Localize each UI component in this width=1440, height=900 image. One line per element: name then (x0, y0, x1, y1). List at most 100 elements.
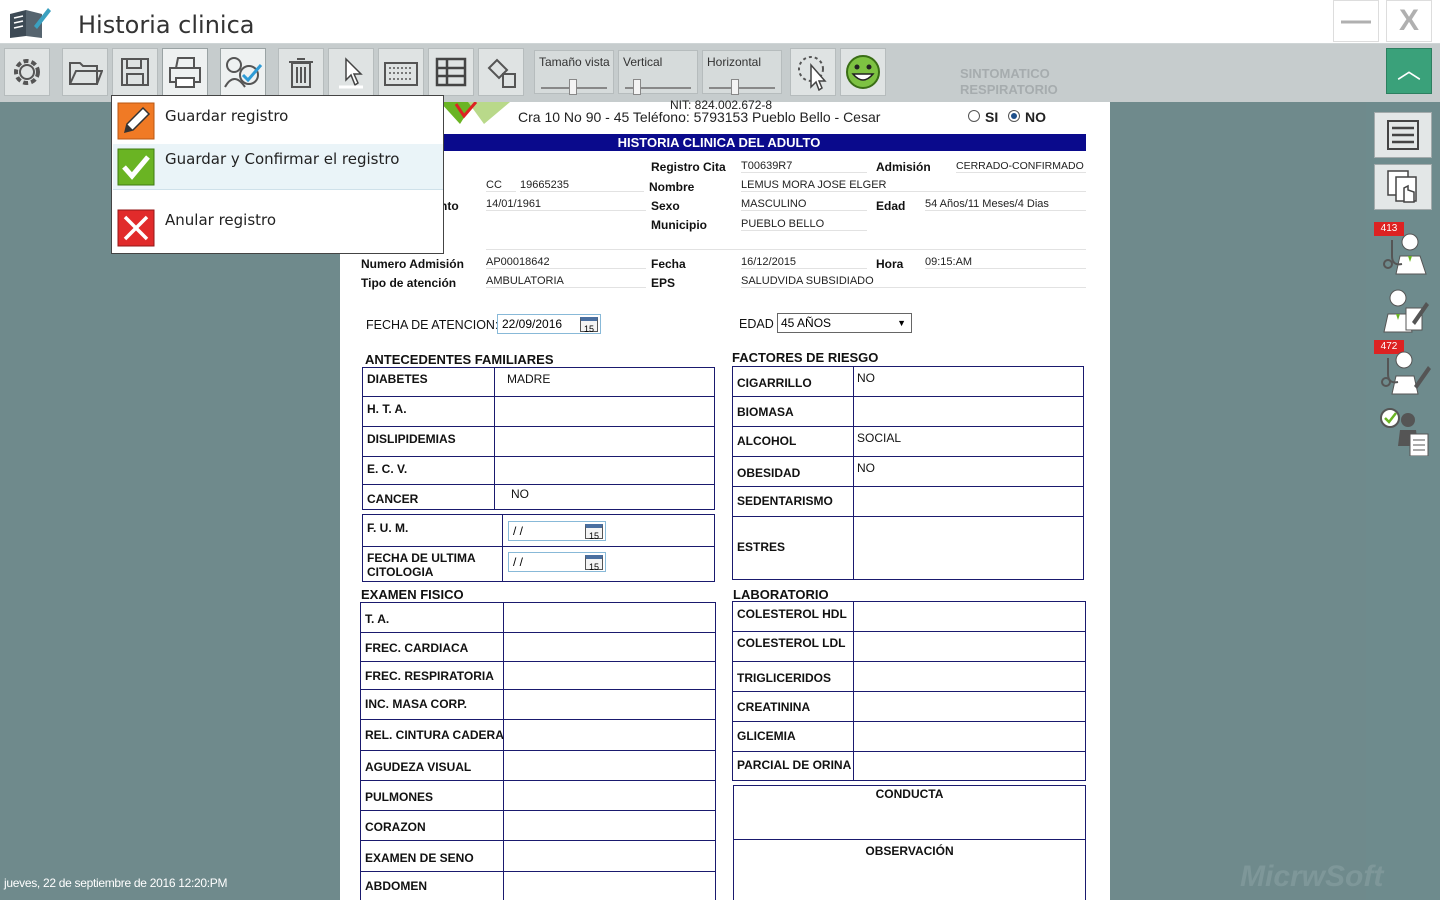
close-button[interactable]: X (1386, 0, 1432, 42)
clock-user-document-icon (1380, 408, 1429, 456)
right-sidebar: 413 472 (1366, 102, 1440, 900)
print-button[interactable] (162, 48, 208, 96)
table-row-label: CORAZON (365, 820, 426, 834)
table-row-label: AGUDEZA VISUAL (365, 760, 472, 774)
conducta-label: CONDUCTA (875, 787, 944, 801)
table-row-label: CIGARRILLO (737, 376, 812, 390)
citologia-label: FECHA DE ULTIMA CITOLOGIA (367, 551, 476, 579)
scheduled-appointments-button[interactable] (1374, 402, 1432, 456)
edit-icon (117, 102, 155, 140)
num-admision-value: AP00018642 (486, 256, 646, 269)
edad-value: 54 Años/11 Meses/4 Dias (925, 198, 1086, 211)
table-row-value[interactable]: NO (857, 371, 875, 385)
doctor-edit-icon (1383, 289, 1429, 333)
table-row-value[interactable]: NO (511, 487, 529, 501)
laboratorio-table: COLESTEROL HDL COLESTEROL LDL TRIGLICERI… (732, 601, 1086, 781)
save-button[interactable] (112, 48, 158, 96)
hora-label: Hora (876, 257, 904, 271)
vertical-slider[interactable]: Vertical (618, 50, 698, 95)
table-row-label: REL. CINTURA CADERA (365, 728, 504, 742)
observacion-label: OBSERVACIÓN (865, 844, 954, 858)
fecha-atencion-input[interactable]: 22/09/2016 15 (497, 314, 601, 334)
num-admision-label: Numero Admisión (361, 257, 464, 271)
calendar-icon[interactable]: 15 (585, 524, 603, 541)
select-button[interactable] (328, 48, 374, 96)
registro-cita-value: T00639R7 (741, 160, 867, 173)
menu-item-save[interactable]: Guardar registro (113, 98, 443, 144)
open-button[interactable] (62, 48, 108, 96)
collapse-toolbar-button[interactable]: ︿ (1386, 48, 1432, 94)
app-logo-icon (10, 8, 51, 38)
table-row-value[interactable]: MADRE (507, 372, 550, 386)
keyboard-button[interactable] (378, 48, 424, 96)
records-list-button[interactable] (1374, 112, 1432, 158)
fum-table: F. U. M. / / 15 FECHA DE ULTIMA CITOLOGI… (362, 514, 715, 582)
clear-button[interactable] (478, 48, 524, 96)
table-row-value[interactable]: SOCIAL (857, 431, 901, 445)
fecha-atencion-label: FECHA DE ATENCION: (366, 318, 499, 332)
citologia-date-input[interactable]: / / 15 (508, 552, 606, 572)
edad-select-label: EDAD (739, 317, 774, 331)
slider-thumb[interactable] (731, 79, 739, 95)
touch-select-button[interactable] (790, 48, 836, 96)
delete-button[interactable] (278, 48, 324, 96)
table-row-label: FREC. CARDIACA (365, 641, 469, 655)
view-size-slider[interactable]: Tamaño vista (534, 50, 614, 95)
slider-thumb[interactable] (569, 79, 577, 95)
touch-cursor-icon (798, 56, 827, 91)
menu-item-void[interactable]: Anular registro (113, 205, 443, 251)
calendar-icon[interactable]: 15 (585, 555, 603, 572)
save-menu: Guardar registro Guardar y Confirmar el … (111, 95, 444, 254)
municipio-label: Municipio (651, 218, 707, 232)
copy-touch-button[interactable] (1374, 164, 1432, 210)
table-row-label: PARCIAL DE ORINA (737, 758, 852, 772)
examen-table: T. A. FREC. CARDIACA FREC. RESPIRATORIA … (360, 602, 716, 900)
edad-select[interactable]: 45 AÑOS ▼ (777, 313, 912, 333)
doctor-notes-button[interactable] (1374, 284, 1432, 338)
radio-si[interactable] (968, 110, 980, 122)
address-text: Cra 10 No 90 - 45 Teléfono: 5793153 Pueb… (518, 109, 881, 125)
sexo-value: MASCULINO (741, 198, 867, 211)
horizontal-slider[interactable]: Horizontal (702, 50, 782, 95)
examen-title: EXAMEN FISICO (361, 587, 464, 602)
table-row-label: OBESIDAD (737, 466, 801, 480)
grid-view-button[interactable] (428, 48, 474, 96)
window-title: Historia clinica (78, 11, 255, 39)
slider-thumb[interactable] (633, 79, 641, 95)
table-row-label: H. T. A. (367, 402, 407, 416)
floppy-disk-icon (121, 58, 149, 86)
table-row-label: INC. MASA CORP. (365, 697, 468, 711)
schedule-check-button[interactable] (220, 48, 266, 96)
radio-no-label: NO (1025, 109, 1046, 125)
id-type-value: CC (486, 179, 516, 192)
table-row-value[interactable]: NO (857, 461, 875, 475)
radio-no[interactable] (1008, 110, 1020, 122)
table-row-label: CANCER (367, 492, 419, 506)
user-clock-check-icon (224, 57, 263, 88)
folder-open-icon (69, 62, 103, 85)
settings-button[interactable] (4, 48, 50, 96)
conducta-box[interactable]: CONDUCTA OBSERVACIÓN (733, 785, 1086, 900)
eps-label: EPS (651, 276, 676, 290)
registro-cita-label: Registro Cita (651, 160, 726, 174)
doctor-patients-button[interactable]: 413 (1374, 222, 1432, 276)
satisfaction-button[interactable] (840, 48, 886, 96)
status-datetime: jueves, 22 de septiembre de 2016 12:20:P… (4, 876, 228, 890)
doctor-stethoscope-icon (1383, 233, 1427, 275)
menu-item-save-confirm[interactable]: Guardar y Confirmar el registro (113, 144, 443, 190)
fum-date-input[interactable]: / / 15 (508, 521, 606, 541)
riesgo-title: FACTORES DE RIESGO (732, 350, 879, 365)
watermark-logo: MicrwSoft (1240, 860, 1384, 893)
minimize-button[interactable]: — (1333, 0, 1379, 42)
calendar-icon[interactable]: 15 (580, 317, 598, 334)
table-row-label: ABDOMEN (365, 879, 427, 893)
admision-value: CERRADO-CONFIRMADO (956, 160, 1086, 173)
doctor-records-button[interactable]: 472 (1374, 340, 1432, 395)
radio-si-label: SI (985, 109, 999, 125)
id-number-value: 19665235 (520, 179, 644, 192)
tipo-atencion-label: Tipo de atención (361, 276, 457, 290)
header-ghost-text: SINTOMATICO RESPIRATORIO (960, 66, 1058, 97)
table-row-label: COLESTEROL LDL (737, 636, 846, 650)
copy-hand-icon (1387, 170, 1417, 203)
gear-icon (14, 59, 40, 85)
